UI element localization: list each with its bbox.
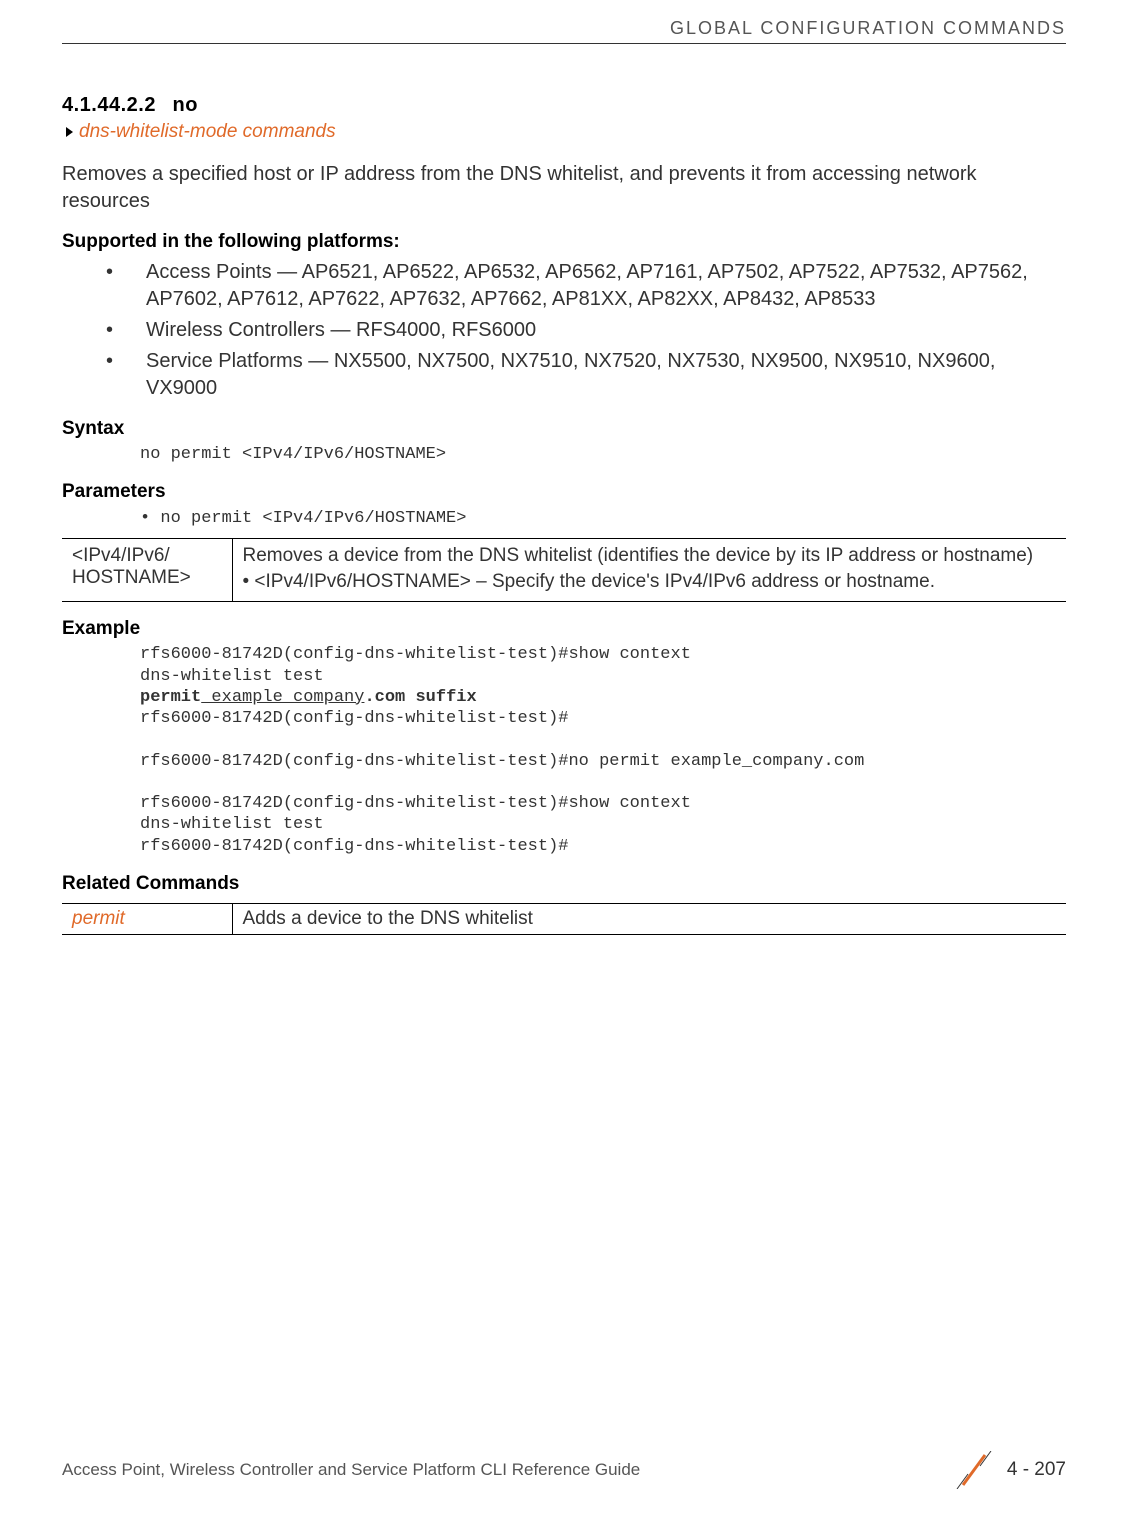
content-area: 4.1.44.2.2 no dns-whitelist-mode command… (62, 44, 1066, 935)
example-line: rfs6000-81742D(config-dns-whitelist-test… (140, 645, 691, 664)
example-line: rfs6000-81742D(config-dns-whitelist-test… (140, 752, 864, 771)
syntax-code: no permit <IPv4/IPv6/HOSTNAME> (62, 444, 1066, 465)
parameters-line-text: no permit <IPv4/IPv6/HOSTNAME> (160, 509, 466, 528)
example-line: rfs6000-81742D(config-dns-whitelist-test… (140, 794, 691, 813)
table-row: permit Adds a device to the DNS whitelis… (62, 903, 1066, 934)
example-code: rfs6000-81742D(config-dns-whitelist-test… (62, 644, 1066, 857)
parameters-line: • no permit <IPv4/IPv6/HOSTNAME> (62, 509, 1066, 528)
param-desc-sub: • <IPv4/IPv6/HOSTNAME> – Specify the dev… (243, 571, 1057, 593)
intro-paragraph: Removes a specified host or IP address f… (62, 161, 1066, 215)
related-table: permit Adds a device to the DNS whitelis… (62, 903, 1066, 935)
page: GLOBAL CONFIGURATION COMMANDS 4.1.44.2.2… (0, 0, 1128, 1515)
related-heading: Related Commands (62, 873, 1066, 895)
footer-guide-title: Access Point, Wireless Controller and Se… (62, 1460, 640, 1480)
list-item: Wireless Controllers — RFS4000, RFS6000 (106, 317, 1066, 344)
bullet-icon: • (140, 509, 160, 528)
table-row: <IPv4/IPv6/ HOSTNAME> Removes a device f… (62, 539, 1066, 602)
arrow-right-icon (66, 127, 73, 137)
param-desc-cell: Removes a device from the DNS whitelist … (232, 539, 1066, 602)
footer-right: 4 - 207 (955, 1451, 1066, 1489)
page-footer: Access Point, Wireless Controller and Se… (62, 1451, 1066, 1489)
example-line: rfs6000-81742D(config-dns-whitelist-test… (140, 837, 568, 856)
section-number: 4.1.44.2.2 (62, 94, 156, 116)
section-title-text: no (173, 94, 198, 116)
related-cmd-link[interactable]: permit (72, 908, 125, 929)
list-item: Service Platforms — NX5500, NX7500, NX75… (106, 348, 1066, 402)
breadcrumb-text[interactable]: dns-whitelist-mode commands (79, 121, 336, 143)
example-underline: example_company (201, 688, 364, 707)
list-item: Access Points — AP6521, AP6522, AP6532, … (106, 259, 1066, 313)
parameters-heading: Parameters (62, 481, 1066, 503)
related-desc-cell: Adds a device to the DNS whitelist (232, 903, 1066, 934)
section-title (160, 94, 172, 116)
related-cmd-cell: permit (62, 903, 232, 934)
parameters-table: <IPv4/IPv6/ HOSTNAME> Removes a device f… (62, 538, 1066, 602)
section-heading-row: 4.1.44.2.2 no (62, 94, 1066, 117)
syntax-heading: Syntax (62, 418, 1066, 440)
example-line: dns-whitelist test (140, 815, 324, 834)
example-line: rfs6000-81742D(config-dns-whitelist-test… (140, 709, 568, 728)
slash-icon (955, 1451, 993, 1489)
example-line: dns-whitelist test (140, 667, 324, 686)
breadcrumb: dns-whitelist-mode commands (62, 121, 1066, 143)
supported-heading: Supported in the following platforms: (62, 231, 1066, 253)
supported-list: Access Points — AP6521, AP6522, AP6532, … (62, 259, 1066, 402)
example-bold: .com suffix (364, 688, 476, 707)
page-number: 4 - 207 (1007, 1459, 1066, 1481)
example-bold: permit (140, 688, 201, 707)
example-heading: Example (62, 618, 1066, 640)
param-name-cell: <IPv4/IPv6/ HOSTNAME> (62, 539, 232, 602)
param-desc-main: Removes a device from the DNS whitelist … (243, 545, 1057, 567)
running-head: GLOBAL CONFIGURATION COMMANDS (62, 18, 1066, 39)
